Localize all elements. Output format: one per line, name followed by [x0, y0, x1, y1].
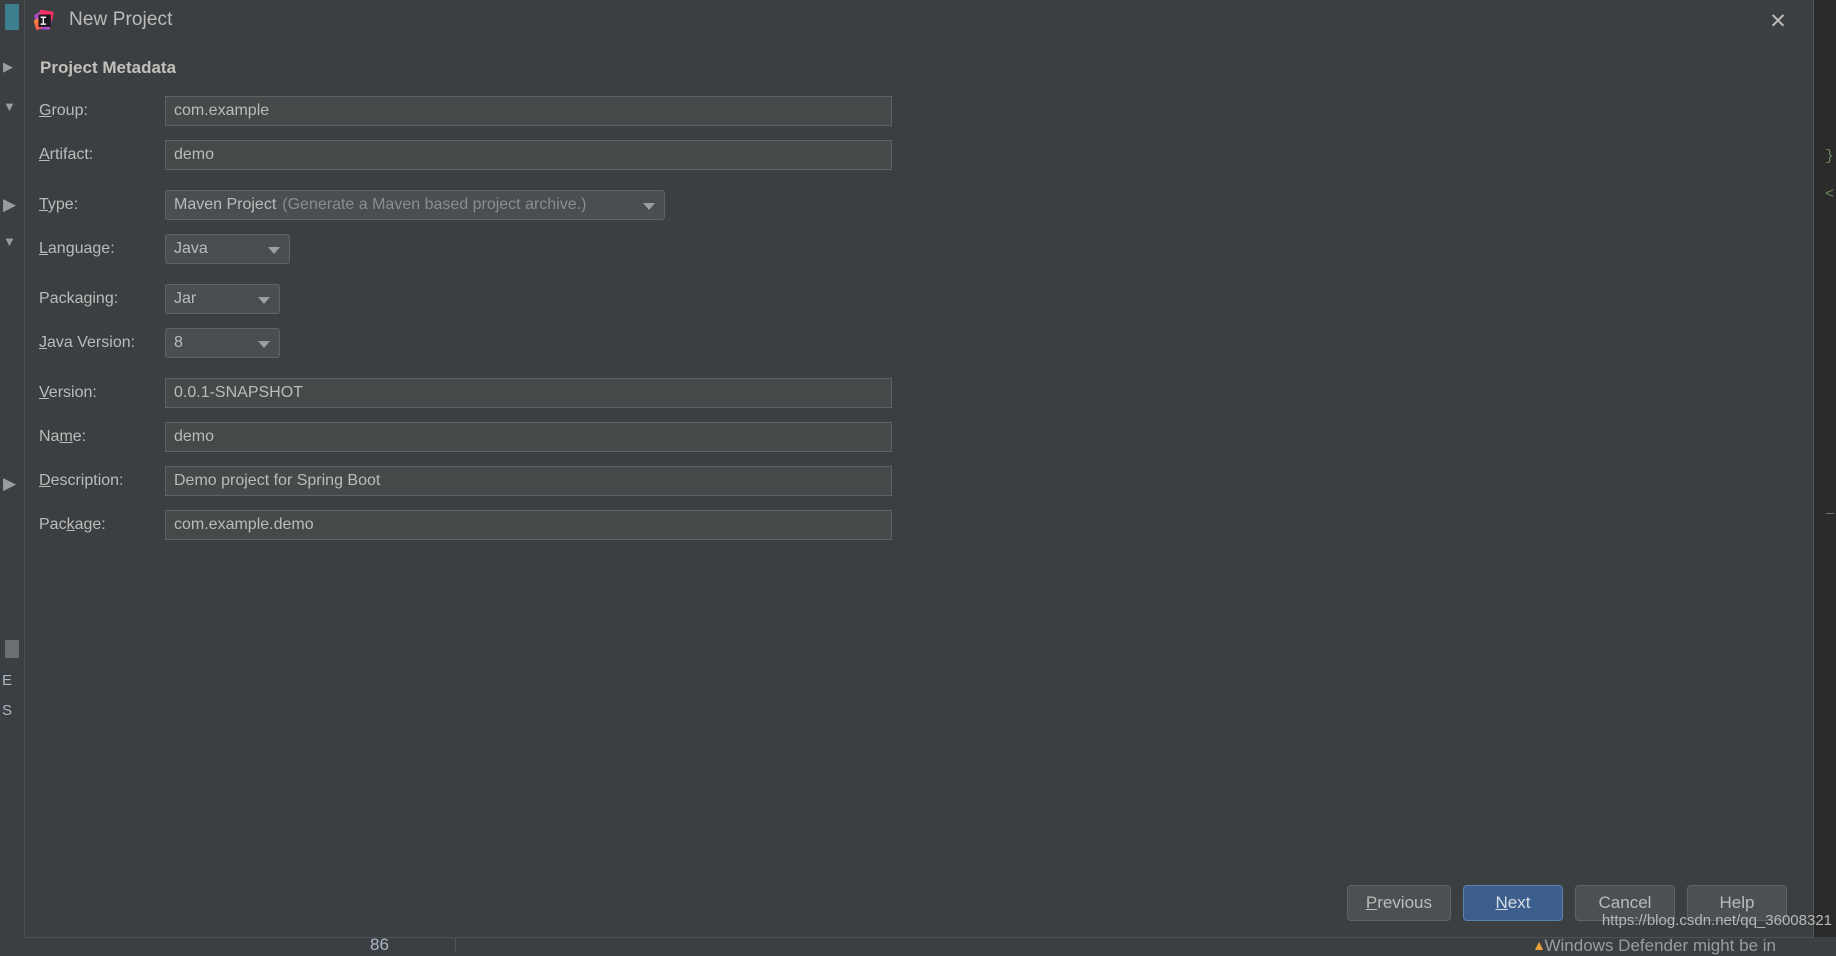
help-button[interactable]: Help [1687, 885, 1787, 921]
next-button[interactable]: Next [1463, 885, 1563, 921]
form-row-name: Name: demo [39, 422, 1813, 452]
type-combobox[interactable]: Maven Project (Generate a Maven based pr… [165, 190, 665, 220]
chevron-right-icon[interactable]: ▶ [3, 196, 21, 213]
section-title: Project Metadata [40, 58, 1813, 78]
form-row-group: Group: com.example [39, 96, 1813, 126]
packaging-label: Packaging: [39, 290, 165, 308]
ide-side-letter-e: E [2, 672, 12, 689]
ide-status-bar: 86 ▲ Windows Defender might be in [0, 937, 1836, 951]
chevron-down-icon[interactable]: ▼ [3, 100, 21, 113]
chevron-down-icon [268, 247, 280, 254]
java-version-label: Java Version: [39, 334, 165, 352]
language-label: Language: [39, 240, 165, 258]
ide-tool-tab-active[interactable] [5, 4, 19, 30]
packaging-combobox[interactable]: Jar [165, 284, 280, 314]
package-input[interactable]: com.example.demo [165, 510, 892, 540]
code-fragment-angle: < [1825, 186, 1834, 203]
new-project-dialog: New Project ✕ Project Metadata Group: co… [24, 0, 1814, 938]
java-version-value: 8 [174, 334, 183, 352]
chevron-right-icon[interactable]: ▶ [3, 475, 21, 492]
chevron-down-icon [258, 297, 270, 304]
status-separator [455, 937, 456, 951]
description-label: Description: [39, 472, 165, 490]
language-combobox[interactable]: Java [165, 234, 290, 264]
status-notification: Windows Defender might be in [1544, 936, 1776, 956]
language-value: Java [174, 240, 208, 258]
chevron-down-icon [643, 203, 655, 210]
form-row-java-version: Java Version: 8 [39, 328, 1813, 358]
chevron-right-icon[interactable]: ▶ [3, 60, 21, 73]
group-input[interactable]: com.example [165, 96, 892, 126]
version-label: Version: [39, 384, 165, 402]
dialog-button-bar: Previous Next Cancel Help [1347, 885, 1787, 921]
version-input[interactable]: 0.0.1-SNAPSHOT [165, 378, 892, 408]
java-version-combobox[interactable]: 8 [165, 328, 280, 358]
form-row-language: Language: Java [39, 234, 1813, 264]
package-label: Package: [39, 516, 165, 534]
dialog-body: Project Metadata Group: com.example Arti… [25, 40, 1813, 886]
cancel-button[interactable]: Cancel [1575, 885, 1675, 921]
intellij-idea-logo-icon [33, 9, 55, 31]
code-fragment-brace: } [1825, 148, 1834, 165]
name-input[interactable]: demo [165, 422, 892, 452]
close-icon[interactable]: ✕ [1765, 8, 1791, 34]
name-label: Name: [39, 428, 165, 446]
status-line-number: 86 [370, 935, 389, 955]
type-label: Type: [39, 196, 165, 214]
description-input[interactable]: Demo project for Spring Boot [165, 466, 892, 496]
form-row-type: Type: Maven Project (Generate a Maven ba… [39, 190, 1813, 220]
packaging-value: Jar [174, 290, 196, 308]
group-label: Group: [39, 102, 165, 120]
dialog-titlebar: New Project ✕ [25, 0, 1813, 40]
form-row-description: Description: Demo project for Spring Boo… [39, 466, 1813, 496]
form-row-version: Version: 0.0.1-SNAPSHOT [39, 378, 1813, 408]
form-row-packaging: Packaging: Jar [39, 284, 1813, 314]
form-row-package: Package: com.example.demo [39, 510, 1813, 540]
ide-tool-tab[interactable] [5, 640, 19, 658]
dialog-title: New Project [69, 9, 173, 31]
type-hint: (Generate a Maven based project archive.… [282, 196, 586, 214]
artifact-input[interactable]: demo [165, 140, 892, 170]
chevron-down-icon[interactable]: ▼ [3, 235, 21, 248]
form-row-artifact: Artifact: demo [39, 140, 1813, 170]
type-value: Maven Project [174, 196, 276, 214]
previous-button[interactable]: Previous [1347, 885, 1451, 921]
ide-side-letter-s: S [2, 702, 12, 719]
artifact-label: Artifact: [39, 146, 165, 164]
chevron-down-icon [258, 341, 270, 348]
code-fragment-dash: — [1826, 506, 1834, 521]
